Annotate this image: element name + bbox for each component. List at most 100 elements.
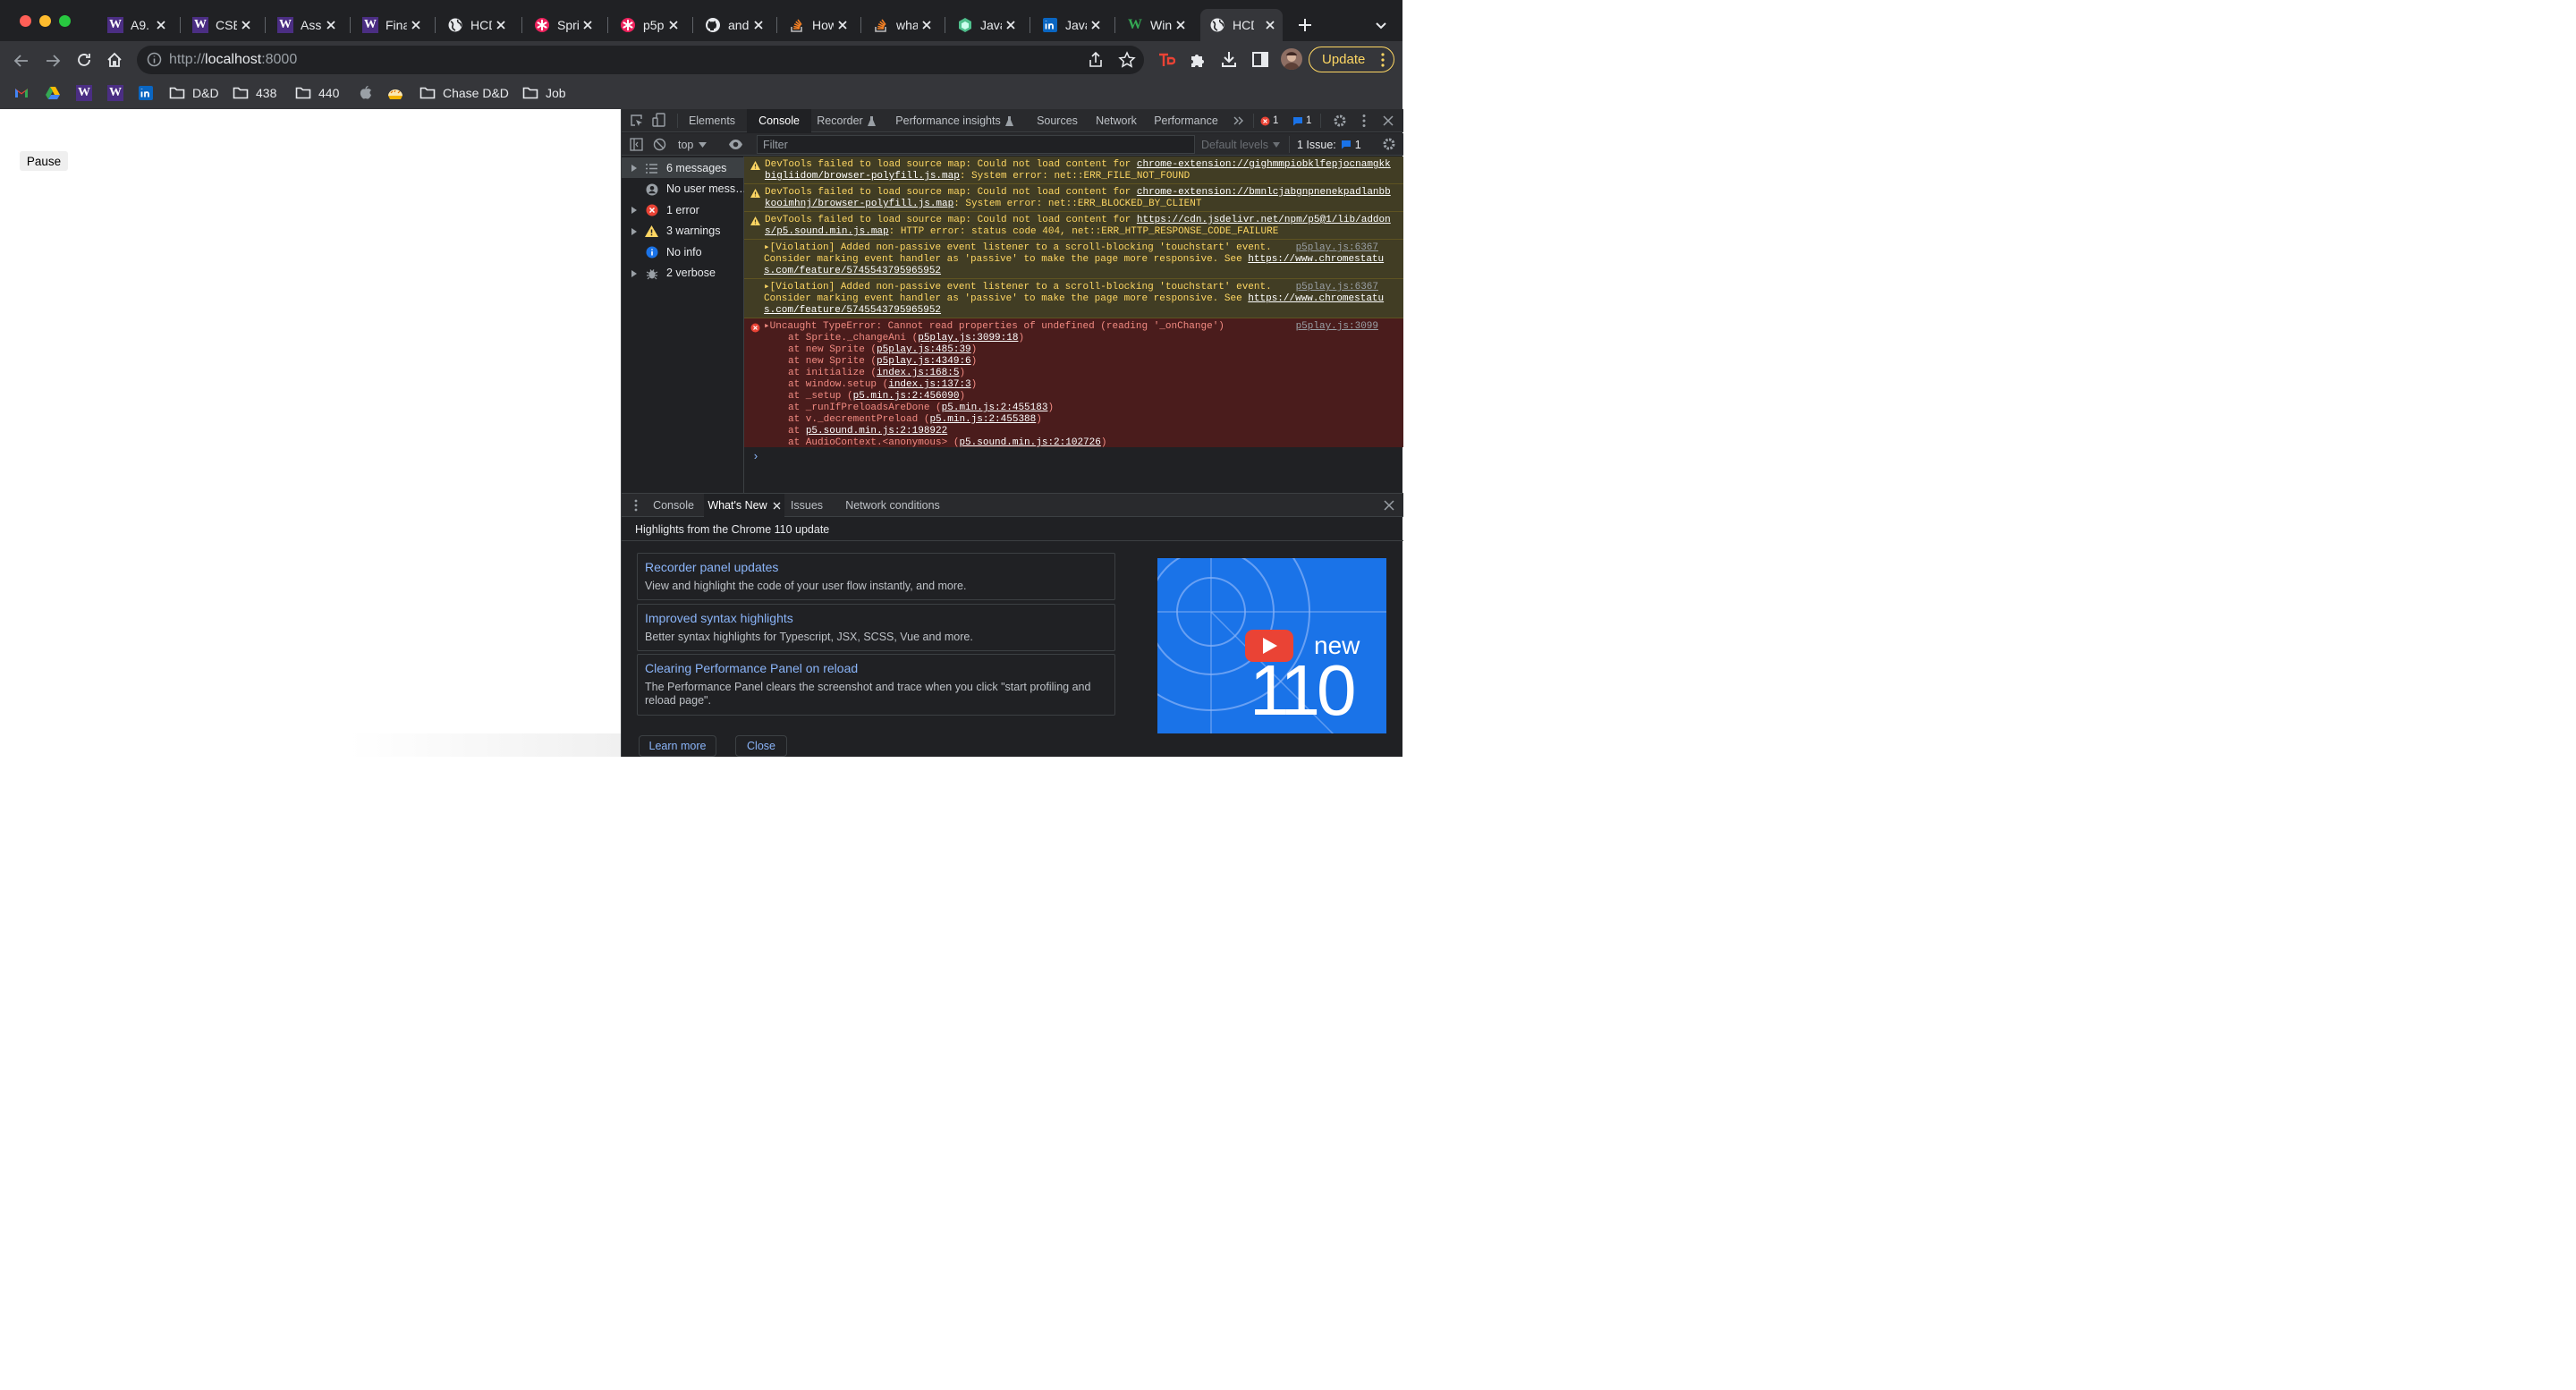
zoom-window-button[interactable] xyxy=(59,15,71,27)
bookmark-item[interactable] xyxy=(358,83,374,103)
whats-new-card-title[interactable]: Clearing Performance Panel on reload xyxy=(645,661,858,675)
devtools-tab-performance[interactable]: Performance xyxy=(1147,109,1225,132)
violation-link[interactable]: s.com/feature/5745543795965952 xyxy=(764,266,941,276)
whats-new-card[interactable]: Recorder panel updates View and highligh… xyxy=(637,553,1115,600)
minimize-window-button[interactable] xyxy=(39,15,51,27)
console-error[interactable]: ▸Uncaught TypeError: Cannot read propert… xyxy=(744,318,1403,448)
console-violation-2[interactable]: ▸[Violation] Added non-passive event lis… xyxy=(744,279,1403,318)
browser-tab[interactable]: HCD xyxy=(1200,9,1283,41)
site-info-icon[interactable] xyxy=(147,52,162,67)
browser-tab[interactable]: W Win xyxy=(1118,9,1193,41)
stack-frame-link[interactable]: p5play.js:485:39 xyxy=(877,344,971,355)
device-toolbar-icon[interactable] xyxy=(652,113,666,128)
browser-tab[interactable]: W CSE xyxy=(183,9,258,41)
devtools-tab-network[interactable]: Network xyxy=(1088,109,1145,132)
back-icon[interactable] xyxy=(13,52,30,70)
console-violation-1[interactable]: ▸[Violation] Added non-passive event lis… xyxy=(744,240,1403,279)
whats-new-card-title[interactable]: Improved syntax highlights xyxy=(645,611,793,625)
source-location-link[interactable]: p5play.js:6367 xyxy=(1296,282,1378,293)
browser-tab[interactable]: p5p xyxy=(611,9,686,41)
close-window-button[interactable] xyxy=(20,15,31,27)
close-tab-icon[interactable] xyxy=(1004,18,1018,32)
browser-tab[interactable]: Java xyxy=(1033,9,1108,41)
bookmark-item[interactable] xyxy=(13,83,30,103)
stack-frame-link[interactable]: p5play.js:3099:18 xyxy=(918,333,1018,343)
violation-link[interactable]: https://www.chromestatu xyxy=(1248,254,1384,265)
warning-link[interactable]: kooimhnj/browser-polyfill.js.map xyxy=(765,199,953,209)
bookmark-folder[interactable]: Job xyxy=(522,83,566,103)
bookmark-item[interactable] xyxy=(387,83,403,103)
source-location-link[interactable]: p5play.js:3099 xyxy=(1296,321,1378,333)
warning-link[interactable]: chrome-extension://bmnlcjabgnpnenekpadla… xyxy=(1137,187,1391,198)
drawer-tab-what-s-new[interactable]: What's New xyxy=(704,494,784,517)
customize-devtools-icon[interactable] xyxy=(1362,114,1366,128)
update-button[interactable]: Update xyxy=(1309,47,1394,72)
home-icon[interactable] xyxy=(106,51,123,69)
console-sidebar-item[interactable]: 1 error xyxy=(622,199,744,220)
stack-frame-link[interactable]: index.js:137:3 xyxy=(888,379,970,390)
console-sidebar-item[interactable]: No user mess… xyxy=(622,179,747,199)
browser-tab[interactable]: HCD xyxy=(438,9,513,41)
close-tab-icon[interactable] xyxy=(1174,18,1188,32)
close-tab-icon[interactable] xyxy=(239,18,253,32)
console-warning-1[interactable]: DevTools failed to load source map: Coul… xyxy=(744,157,1403,184)
reload-icon[interactable] xyxy=(75,51,93,69)
extension-tp-icon[interactable] xyxy=(1157,51,1175,69)
inspect-element-icon[interactable] xyxy=(630,114,643,127)
stack-frame-link[interactable]: p5.min.js:2:455183 xyxy=(942,403,1048,413)
close-tab-icon[interactable] xyxy=(1263,18,1277,32)
console-warning-3[interactable]: DevTools failed to load source map: Coul… xyxy=(744,212,1403,240)
devtools-tab-elements[interactable]: Elements xyxy=(682,109,741,132)
drawer-tab-issues[interactable]: Issues xyxy=(786,494,827,517)
warning-link[interactable]: https://cdn.jsdelivr.net/npm/p5@1/lib/ad… xyxy=(1137,215,1391,225)
warning-link[interactable]: chrome-extension://gighmmpiobklfepjocnam… xyxy=(1137,159,1391,170)
console-sidebar-item[interactable]: 2 verbose xyxy=(622,263,744,284)
url-text[interactable]: http://localhost:8000 xyxy=(169,52,297,68)
close-tab-icon[interactable] xyxy=(409,18,423,32)
message-counter[interactable]: 1 xyxy=(1292,114,1311,128)
browser-tab[interactable]: Spri xyxy=(525,9,600,41)
bookmark-folder[interactable]: 438 xyxy=(233,83,276,103)
warning-link[interactable]: bigliidom/browser-polyfill.js.map xyxy=(765,171,960,182)
pause-button[interactable]: Pause xyxy=(20,151,68,171)
bookmark-star-icon[interactable] xyxy=(1118,51,1136,69)
bookmark-folder[interactable]: 440 xyxy=(295,83,339,103)
stack-frame-link[interactable]: p5.min.js:2:456090 xyxy=(853,391,960,402)
stack-frame-link[interactable]: p5.sound.min.js:2:198922 xyxy=(806,426,947,436)
console-sidebar-item[interactable]: 6 messages xyxy=(622,157,744,178)
browser-tab[interactable]: and xyxy=(696,9,771,41)
tab-search-icon[interactable] xyxy=(1375,20,1387,32)
bookmark-item[interactable]: W xyxy=(76,83,92,103)
close-tab-icon[interactable] xyxy=(666,18,681,32)
error-counter[interactable]: 1 xyxy=(1260,114,1278,128)
console-sidebar-item[interactable]: No info xyxy=(622,242,744,262)
stack-frame-link[interactable]: p5play.js:4349:6 xyxy=(877,356,971,367)
forward-icon[interactable] xyxy=(44,52,62,70)
stack-frame-link[interactable]: p5.min.js:2:455388 xyxy=(929,414,1036,425)
browser-tab[interactable]: W A9. xyxy=(98,9,174,41)
close-tab-icon[interactable] xyxy=(1089,18,1103,32)
new-tab-icon[interactable] xyxy=(1297,17,1313,33)
profile-avatar[interactable] xyxy=(1281,48,1302,70)
live-expression-eye-icon[interactable] xyxy=(728,139,743,150)
devtools-tab-performance-insights[interactable]: Performance insights xyxy=(888,109,1021,132)
browser-tab[interactable]: How xyxy=(780,9,855,41)
console-filter-input[interactable]: Filter xyxy=(757,135,1195,154)
devtools-tab-recorder[interactable]: Recorder xyxy=(804,109,888,132)
console-prompt[interactable]: › xyxy=(744,447,1403,469)
devtools-tab-sources[interactable]: Sources xyxy=(1029,109,1086,132)
context-selector[interactable]: top xyxy=(678,137,708,152)
issues-button[interactable]: 1 Issue: 1 xyxy=(1289,136,1361,153)
console-sidebar-item[interactable]: 3 warnings xyxy=(622,221,744,242)
more-tabs-icon[interactable] xyxy=(1233,115,1244,126)
console-sidebar-toggle-icon[interactable] xyxy=(630,138,643,151)
learn-more-button[interactable]: Learn more xyxy=(639,735,716,757)
downloads-icon[interactable] xyxy=(1220,50,1238,69)
console-warning-2[interactable]: DevTools failed to load source map: Coul… xyxy=(744,184,1403,212)
settings-gear-icon[interactable] xyxy=(1333,114,1347,128)
clear-console-icon[interactable] xyxy=(653,138,666,151)
close-devtools-icon[interactable] xyxy=(1383,115,1394,126)
close-tab-icon[interactable] xyxy=(773,502,781,510)
chrome-110-promo-image[interactable]: new 110 xyxy=(1157,558,1386,733)
close-whats-new-button[interactable]: Close xyxy=(735,735,787,757)
